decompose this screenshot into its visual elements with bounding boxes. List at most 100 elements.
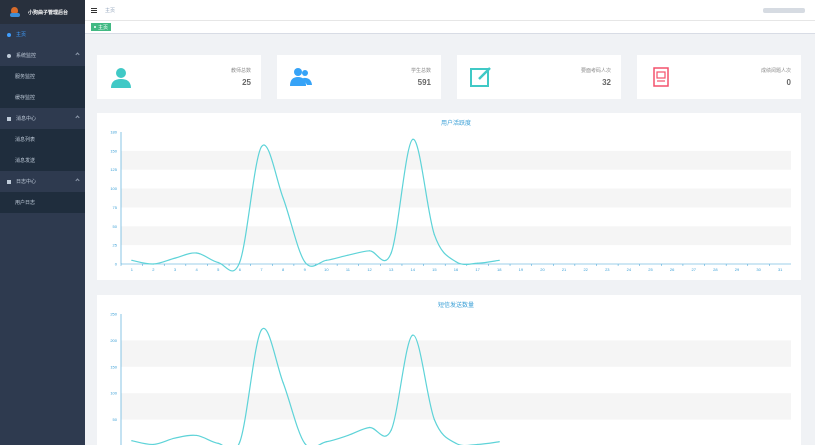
data-point <box>368 250 371 252</box>
submenu-message-center: 消息列表 消息发送 <box>0 129 85 171</box>
x-tick-label: 25 <box>648 267 653 272</box>
grid-band <box>121 393 791 420</box>
x-tick-label: 26 <box>670 267 675 272</box>
stat-value: 0 <box>786 78 791 87</box>
data-point <box>368 426 371 429</box>
user-menu[interactable] <box>763 8 805 13</box>
x-tick-label: 13 <box>389 267 394 272</box>
y-tick-label: 180 <box>110 130 117 135</box>
grid-band <box>121 188 791 208</box>
x-tick-label: 27 <box>692 267 697 272</box>
data-point <box>347 254 349 256</box>
chart-title: 用户活跃度 <box>441 119 471 127</box>
log-icon <box>7 179 11 184</box>
breadcrumb: 主页 <box>105 7 116 14</box>
sidebar-item-cache-monitor[interactable]: 缓存监控 <box>0 87 85 108</box>
stat-card-grades[interactable]: 成绩阅题人次 0 <box>637 55 801 99</box>
chart-sms-count: 短信发送数量0501001502002501234567891011121314… <box>97 295 801 445</box>
x-tick-label: 30 <box>756 267 761 272</box>
sidebar-item-message-list[interactable]: 消息列表 <box>0 129 85 150</box>
x-tick-label: 11 <box>346 267 351 272</box>
stat-label: 成绩阅题人次 <box>760 68 791 74</box>
chart-user-activity-svg: 用户活跃度02550751001251501801 2 3 4 5 6 7 8 9 10 11 12 1… <box>110 119 791 272</box>
x-tick-label: 10 <box>324 267 329 272</box>
chevron-up-icon <box>75 115 80 120</box>
x-tick-label: 24 <box>627 267 632 272</box>
y-tick-label: 25 <box>113 243 118 248</box>
grid-band <box>121 150 791 170</box>
sidebar-item-label: 系统监控 <box>16 53 37 59</box>
data-point <box>433 234 435 236</box>
sidebar-item-label: 消息中心 <box>16 116 37 122</box>
data-point <box>390 252 392 254</box>
stat-card-students[interactable]: 学生总数 591 <box>277 55 441 99</box>
data-point <box>217 261 219 264</box>
x-tick-label: 28 <box>713 267 718 272</box>
data-point <box>131 440 133 442</box>
sidebar-item-service-monitor[interactable]: 服务监控 <box>0 66 85 87</box>
data-point <box>498 441 500 443</box>
active-dot-icon <box>94 26 96 28</box>
x-tick-label: 5 <box>217 267 220 272</box>
y-tick-label: 100 <box>110 391 117 396</box>
sidebar-item-log-center[interactable]: 日志中心 <box>0 171 85 192</box>
data-point <box>282 382 284 384</box>
edit-icon <box>470 67 491 87</box>
stat-value: 25 <box>242 78 251 87</box>
x-tick-label: 31 <box>778 267 783 272</box>
sidebar-item-system-monitor[interactable]: 系统监控 <box>0 45 85 66</box>
data-point <box>455 442 457 444</box>
sidebar-item-home[interactable]: 主页 <box>0 24 85 45</box>
x-tick-label: 29 <box>735 267 740 272</box>
y-tick-label: 150 <box>110 364 117 369</box>
data-point <box>152 263 155 265</box>
x-tick-label: 18 <box>497 267 502 272</box>
top-navbar: 主页 <box>85 0 815 21</box>
sidebar-item-label: 日志中心 <box>16 179 37 185</box>
data-point <box>304 442 306 444</box>
data-point <box>239 261 241 263</box>
sidebar-item-message-center[interactable]: 消息中心 <box>0 108 85 129</box>
data-point <box>498 259 500 261</box>
grid-band <box>121 340 791 367</box>
stat-card-teachers[interactable]: 教师总数 25 <box>97 55 261 99</box>
tag-home[interactable]: 主页 <box>91 23 112 31</box>
certificate-icon <box>653 67 669 87</box>
data-point <box>196 434 198 437</box>
data-point <box>390 429 392 431</box>
data-point <box>131 259 133 261</box>
x-tick-label: 2 <box>152 267 155 272</box>
y-tick-label: 200 <box>110 338 117 343</box>
x-tick-label: 1 <box>131 267 134 272</box>
teacher-icon <box>111 68 131 88</box>
data-point <box>239 441 241 443</box>
sidebar-item-user-log[interactable]: 用户日志 <box>0 192 85 213</box>
chevron-up-icon <box>75 52 80 57</box>
stat-value: 591 <box>417 78 431 87</box>
sidebar-item-label: 主页 <box>16 32 27 38</box>
home-icon <box>7 32 11 37</box>
data-point <box>282 197 284 199</box>
x-tick-label: 7 <box>260 267 263 272</box>
data-point <box>196 252 198 254</box>
chart-user-activity: 用户活跃度 0 25 50 75 100 125 150 180 1 2 3 4 5 6 7 8 9 10 11 12 1… <box>97 113 801 280</box>
x-tick-label: 15 <box>432 267 437 272</box>
app-logo[interactable]: 小狗曲子管理后台 <box>0 0 85 24</box>
data-point <box>455 261 457 263</box>
data-point <box>304 261 306 263</box>
data-point <box>477 262 479 264</box>
data-point <box>174 437 176 439</box>
data-point <box>325 441 327 443</box>
x-tick-label: 9 <box>304 267 307 272</box>
chart-sms-count-svg: 短信发送数量0501001502002501234567891011121314… <box>110 301 791 445</box>
sidebar-item-message-send[interactable]: 消息发送 <box>0 150 85 171</box>
x-tick-label: 8 <box>282 267 285 272</box>
x-tick-label: 3 <box>174 267 177 272</box>
hamburger-icon[interactable] <box>91 7 97 13</box>
stat-label: 学生总数 <box>410 68 431 74</box>
stat-card-exams[interactable]: 要面考码人次 32 <box>457 55 621 99</box>
x-tick-label: 19 <box>519 267 524 272</box>
y-tick-label: 75 <box>113 205 118 210</box>
logo-icon <box>10 7 20 17</box>
data-point <box>260 146 263 148</box>
